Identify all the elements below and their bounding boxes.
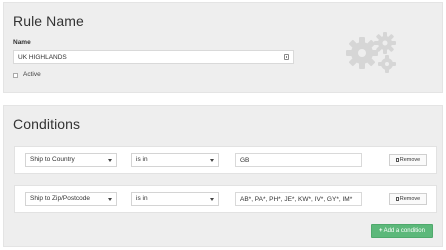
remove-label: Remove xyxy=(399,157,421,163)
condition-operator-value: is in xyxy=(136,195,148,202)
remove-condition-button[interactable]: Remove xyxy=(389,154,427,166)
condition-value-input[interactable]: AB*, PA*, PH*, JE*, KW*, IV*, GY*, IM* xyxy=(235,192,362,206)
conditions-panel: Conditions Ship to Country is in GB Remo… xyxy=(3,105,443,247)
rule-name-panel: Rule Name Name UK HIGHLANDS Active xyxy=(3,2,443,93)
condition-value-input[interactable]: GB xyxy=(235,153,362,167)
remove-label: Remove xyxy=(399,196,421,202)
active-checkbox[interactable] xyxy=(13,73,18,78)
name-input[interactable]: UK HIGHLANDS xyxy=(13,50,294,64)
conditions-title: Conditions xyxy=(13,116,81,132)
condition-field-select[interactable]: Ship to Country xyxy=(25,153,117,167)
condition-operator-value: is in xyxy=(136,156,148,163)
rule-name-title: Rule Name xyxy=(13,13,84,29)
caret-down-icon xyxy=(108,198,112,201)
active-label: Active xyxy=(23,71,41,78)
condition-operator-select[interactable]: is in xyxy=(131,153,219,167)
remove-condition-button[interactable]: Remove xyxy=(389,193,427,205)
condition-field-select[interactable]: Ship to Zip/Postcode xyxy=(25,192,117,206)
trash-icon xyxy=(395,197,399,201)
condition-row: Ship to Country is in GB Remove xyxy=(14,146,437,174)
add-condition-button[interactable]: +Add a condition xyxy=(371,224,433,238)
caret-down-icon xyxy=(210,159,214,162)
add-condition-label: Add a condition xyxy=(383,228,425,234)
condition-row: Ship to Zip/Postcode is in AB*, PA*, PH*… xyxy=(14,185,437,213)
gears-icon xyxy=(346,32,396,73)
plus-icon: + xyxy=(379,228,383,234)
input-card-icon[interactable] xyxy=(284,54,289,60)
condition-operator-select[interactable]: is in xyxy=(131,192,219,206)
trash-icon xyxy=(395,158,399,162)
caret-down-icon xyxy=(108,159,112,162)
condition-field-value: Ship to Zip/Postcode xyxy=(30,195,90,202)
condition-field-value: Ship to Country xyxy=(30,156,75,163)
name-input-value: UK HIGHLANDS xyxy=(18,54,67,61)
name-label: Name xyxy=(13,39,31,46)
caret-down-icon xyxy=(210,198,214,201)
